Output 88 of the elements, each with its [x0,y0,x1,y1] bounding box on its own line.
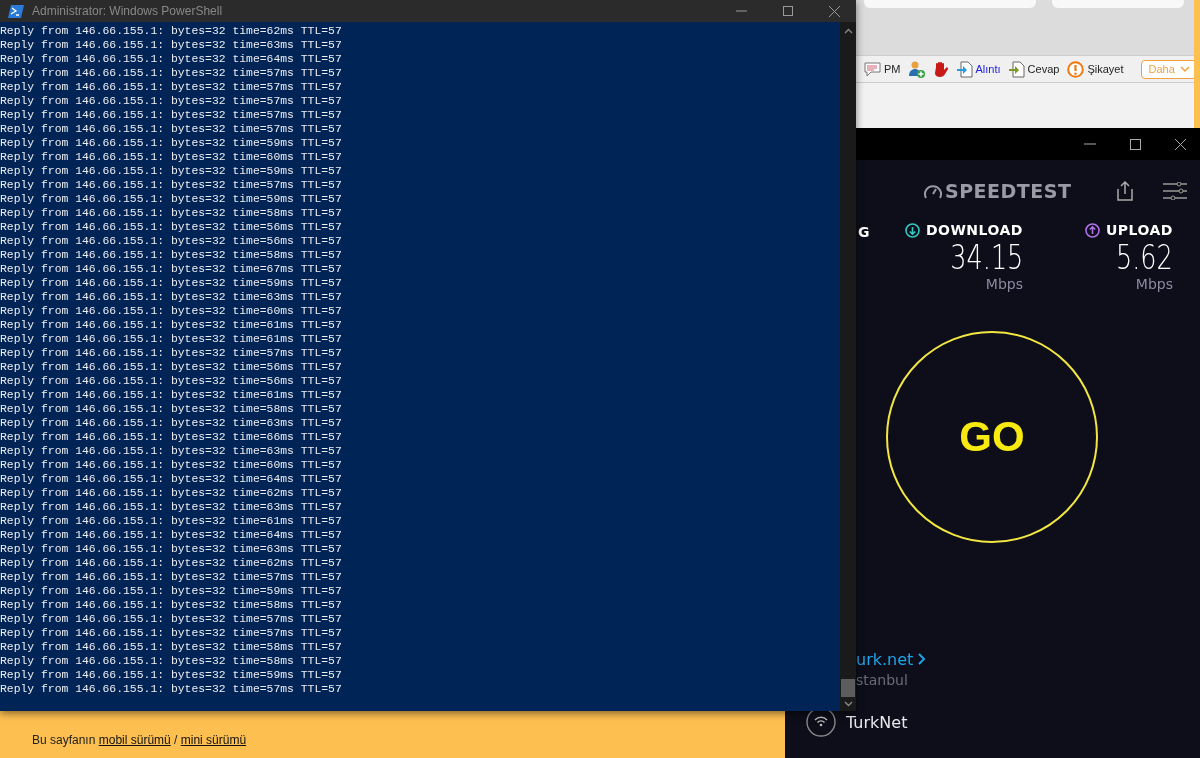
provider-name: TurkNet [846,712,908,732]
console-line: Reply from 146.66.155.1: bytes=32 time=67ms TTL=57 [0,262,343,276]
console-line: Reply from 146.66.155.1: bytes=32 time=59ms TTL=57 [0,668,343,682]
console-line: Reply from 146.66.155.1: bytes=32 time=57ms TTL=57 [0,346,343,360]
console-line: Reply from 146.66.155.1: bytes=32 time=61ms TTL=57 [0,514,343,528]
quote-icon[interactable] [956,60,973,78]
metric-label: UPLOAD [1105,222,1173,238]
console-line: Reply from 146.66.155.1: bytes=32 time=60ms TTL=57 [0,304,343,318]
console-line: Reply from 146.66.155.1: bytes=32 time=63ms TTL=57 [0,416,343,430]
console-line: Reply from 146.66.155.1: bytes=32 time=57ms TTL=57 [0,570,343,584]
console-line: Reply from 146.66.155.1: bytes=32 time=57ms TTL=57 [0,626,343,640]
console-line: Reply from 146.66.155.1: bytes=32 time=64ms TTL=57 [0,472,343,486]
console-line: Reply from 146.66.155.1: bytes=32 time=56ms TTL=57 [0,360,343,374]
console-line: Reply from 146.66.155.1: bytes=32 time=57ms TTL=57 [0,66,343,80]
speech-bubble-icon[interactable] [864,61,881,77]
console-line: Reply from 146.66.155.1: bytes=32 time=63ms TTL=57 [0,290,343,304]
console-line: Reply from 146.66.155.1: bytes=32 time=58ms TTL=57 [0,248,343,262]
reply-icon[interactable] [1008,60,1025,78]
console-line: Reply from 146.66.155.1: bytes=32 time=60ms TTL=57 [0,458,343,472]
metric-label: DOWNLOAD [925,222,1023,238]
scroll-down-icon[interactable] [843,701,853,707]
toolbar-link[interactable]: Alıntı [975,63,1001,75]
add-user-icon[interactable] [908,60,925,78]
speedtest-logo: SPEEDTEST [945,180,1072,202]
console-line: Reply from 146.66.155.1: bytes=32 time=58ms TTL=57 [0,206,343,220]
close-icon[interactable] [829,5,840,17]
console-line: Reply from 146.66.155.1: bytes=32 time=63ms TTL=57 [0,542,343,556]
console-line: Reply from 146.66.155.1: bytes=32 time=59ms TTL=57 [0,164,343,178]
mini-version-link[interactable]: mini sürümü [180,732,247,747]
server-link[interactable]: urk.net [856,650,1200,669]
maximize-icon[interactable] [783,6,793,16]
share-icon[interactable] [1117,181,1134,201]
scroll-up-icon[interactable] [843,28,853,34]
console-line: Reply from 146.66.155.1: bytes=32 time=62ms TTL=57 [0,486,343,500]
console-line: Reply from 146.66.155.1: bytes=32 time=57ms TTL=57 [0,80,343,94]
powershell-icon [8,4,24,18]
settings-icon[interactable] [1163,182,1188,200]
console-line: Reply from 146.66.155.1: bytes=32 time=57ms TTL=57 [0,122,343,136]
maximize-icon[interactable] [1130,138,1141,150]
toolbar-link[interactable]: PM [884,63,901,75]
console-line: Reply from 146.66.155.1: bytes=32 time=63ms TTL=57 [0,38,343,52]
gauge-icon [923,183,943,199]
console-line: Reply from 146.66.155.1: bytes=32 time=64ms TTL=57 [0,52,343,66]
console-line: Reply from 146.66.155.1: bytes=32 time=62ms TTL=57 [0,556,343,570]
scroll-thumb[interactable] [841,679,855,697]
hand-icon[interactable] [932,60,949,78]
console-line: Reply from 146.66.155.1: bytes=32 time=61ms TTL=57 [0,332,343,346]
console-line: Reply from 146.66.155.1: bytes=32 time=60ms TTL=57 [0,150,343,164]
console-line: Reply from 146.66.155.1: bytes=32 time=64ms TTL=57 [0,528,343,542]
toolbar-link[interactable]: Şikayet [1087,63,1124,75]
speed-value: 5.62 [1116,238,1173,276]
console-line: Reply from 146.66.155.1: bytes=32 time=56ms TTL=57 [0,220,343,234]
speed-unit: Mbps [1135,276,1173,292]
warning-icon[interactable] [1067,60,1085,78]
console-line: Reply from 146.66.155.1: bytes=32 time=61ms TTL=57 [0,388,343,402]
chevron-down-icon [1179,65,1190,73]
console-line: Reply from 146.66.155.1: bytes=32 time=58ms TTL=57 [0,640,343,654]
footer-text: Bu sayfanın mobil sürümü / mini sürümü [32,732,247,747]
speed-unit: Mbps [985,276,1023,292]
console-line: Reply from 146.66.155.1: bytes=32 time=63ms TTL=57 [0,444,343,458]
console-line: Reply from 146.66.155.1: bytes=32 time=57ms TTL=57 [0,682,343,696]
console-line: Reply from 146.66.155.1: bytes=32 time=59ms TTL=57 [0,136,343,150]
console-line: Reply from 146.66.155.1: bytes=32 time=62ms TTL=57 [0,24,343,38]
console-line: Reply from 146.66.155.1: bytes=32 time=57ms TTL=57 [0,108,343,122]
console-line: Reply from 146.66.155.1: bytes=32 time=56ms TTL=57 [0,234,343,248]
go-button[interactable]: GO [886,331,1098,543]
console-line: Reply from 146.66.155.1: bytes=32 time=58ms TTL=57 [0,598,343,612]
console-line: Reply from 146.66.155.1: bytes=32 time=66ms TTL=57 [0,430,343,444]
mobile-version-link[interactable]: mobil sürümü [98,732,171,747]
toolbar-link[interactable]: Cevap [1027,63,1060,75]
console-line: Reply from 146.66.155.1: bytes=32 time=57ms TTL=57 [0,94,343,108]
console-line: Reply from 146.66.155.1: bytes=32 time=59ms TTL=57 [0,276,343,290]
window-title: Administrator: Windows PowerShell [32,4,223,18]
server-location: stanbul [856,672,909,688]
console-line: Reply from 146.66.155.1: bytes=32 time=59ms TTL=57 [0,192,343,206]
console-line: Reply from 146.66.155.1: bytes=32 time=57ms TTL=57 [0,612,343,626]
console-line: Reply from 146.66.155.1: bytes=32 time=58ms TTL=57 [0,402,343,416]
console-line: Reply from 146.66.155.1: bytes=32 time=56ms TTL=57 [0,374,343,388]
console-line: Reply from 146.66.155.1: bytes=32 time=58ms TTL=57 [0,654,343,668]
console-line: Reply from 146.66.155.1: bytes=32 time=59ms TTL=57 [0,584,343,598]
console-line: Reply from 146.66.155.1: bytes=32 time=61ms TTL=57 [0,318,343,332]
close-icon[interactable] [1175,138,1186,150]
console-line: Reply from 146.66.155.1: bytes=32 time=57ms TTL=57 [0,178,343,192]
scrollbar[interactable] [840,22,856,711]
speed-value: 34.15 [950,238,1023,276]
console-line: Reply from 146.66.155.1: bytes=32 time=63ms TTL=57 [0,500,343,514]
ping-label: G [858,224,870,240]
chevron-right-icon [918,653,927,665]
